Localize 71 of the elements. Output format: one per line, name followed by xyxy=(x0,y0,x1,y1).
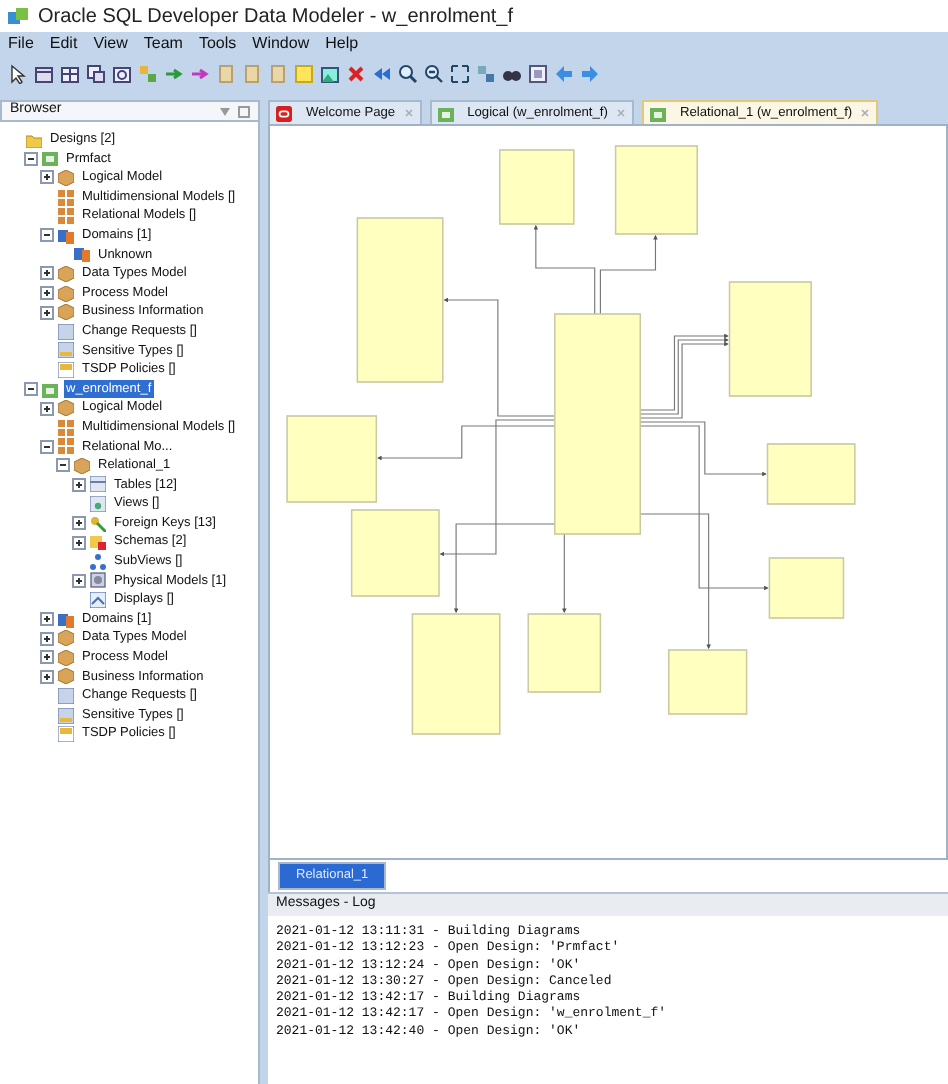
subview-icon xyxy=(90,553,106,570)
connector-line xyxy=(599,234,658,315)
menu-item[interactable]: File xyxy=(8,32,34,56)
expand-toggle[interactable] xyxy=(40,631,54,646)
key-icon xyxy=(90,515,106,532)
zoom-in-icon[interactable] xyxy=(398,64,418,84)
expand-toggle[interactable] xyxy=(40,401,54,416)
table-node[interactable] xyxy=(614,145,699,235)
cube-icon xyxy=(74,457,90,474)
app-icon xyxy=(8,5,30,27)
table-icon[interactable] xyxy=(60,64,80,84)
arrow-icon[interactable] xyxy=(190,64,210,84)
fit-icon[interactable] xyxy=(450,64,470,84)
connector-line xyxy=(562,533,567,614)
expand-toggle[interactable] xyxy=(72,573,86,588)
pointer-icon[interactable] xyxy=(8,64,28,84)
design-icon xyxy=(649,105,666,121)
expand-toggle[interactable] xyxy=(40,669,54,684)
table-node[interactable] xyxy=(356,217,444,383)
zoom-out-icon[interactable] xyxy=(424,64,444,84)
window-icon[interactable] xyxy=(528,64,548,84)
expand-toggle[interactable] xyxy=(40,439,54,454)
expand-toggle[interactable] xyxy=(40,228,54,243)
table-node[interactable] xyxy=(286,415,378,503)
schema-icon xyxy=(90,534,106,551)
expand-toggle[interactable] xyxy=(72,516,86,531)
design-icon xyxy=(42,150,58,167)
table-node[interactable] xyxy=(766,443,856,505)
table-icon[interactable] xyxy=(34,64,54,84)
expand-toggle[interactable] xyxy=(40,266,54,281)
expand-toggle[interactable] xyxy=(40,305,54,320)
cube-icon xyxy=(58,169,74,186)
domain-icon xyxy=(58,611,74,628)
database-icon xyxy=(90,572,106,589)
expand-toggle[interactable] xyxy=(72,477,86,492)
table-node[interactable] xyxy=(554,313,642,535)
dropdown-icon[interactable] xyxy=(220,107,230,115)
minimize-icon[interactable] xyxy=(238,105,250,117)
menu-item[interactable]: View xyxy=(93,32,128,56)
cube-icon xyxy=(58,400,74,417)
table-node[interactable] xyxy=(668,649,748,715)
folder-icon xyxy=(26,131,42,148)
design-icon xyxy=(42,381,58,398)
expand-toggle[interactable] xyxy=(24,382,38,397)
picture-frame-icon[interactable] xyxy=(320,64,340,84)
expand-toggle[interactable] xyxy=(40,170,54,185)
table-node[interactable] xyxy=(350,509,440,597)
menu-item[interactable]: Help xyxy=(325,32,359,56)
table-node[interactable] xyxy=(499,149,575,225)
menu-item[interactable]: Edit xyxy=(49,32,78,56)
expand-toggle[interactable] xyxy=(40,286,54,301)
table-node[interactable] xyxy=(768,557,845,619)
expand-toggle[interactable] xyxy=(56,458,70,473)
table-icon[interactable] xyxy=(86,64,106,84)
expand-toggle[interactable] xyxy=(40,650,54,665)
table-icon[interactable] xyxy=(112,64,132,84)
menu-item[interactable]: Window xyxy=(252,32,310,56)
expand-toggle[interactable] xyxy=(24,151,38,166)
table-node[interactable] xyxy=(728,281,812,397)
menu-item[interactable]: Team xyxy=(143,32,183,56)
expand-toggle[interactable] xyxy=(40,612,54,627)
delete-icon[interactable] xyxy=(346,64,366,84)
table-node[interactable] xyxy=(411,613,501,735)
window-title: Oracle SQL Developer Data Modeler - w_enrolment_f xyxy=(38,3,514,31)
expand-toggle[interactable] xyxy=(72,535,86,550)
view-icon xyxy=(90,496,106,513)
design-icon xyxy=(437,105,454,121)
table-icon xyxy=(90,476,106,493)
table-node[interactable] xyxy=(527,613,602,693)
display-icon xyxy=(90,592,106,609)
menu-item[interactable]: Tools xyxy=(198,32,237,56)
